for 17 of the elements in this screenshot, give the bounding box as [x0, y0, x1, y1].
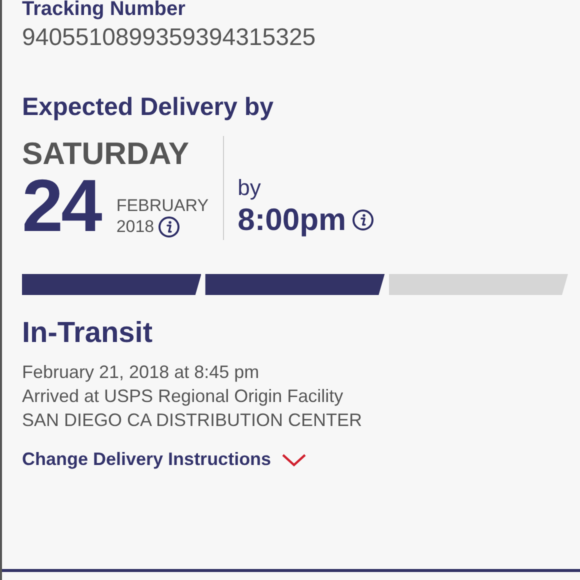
section-heading: Expected Delivery by — [22, 92, 275, 122]
tracking-label: Tracking Number — [22, 0, 186, 20]
tracking-number: 9405510899359394315325 — [22, 24, 317, 52]
weekday: SATURDAY — [22, 136, 190, 172]
status-line: Arrived at USPS Regional Origin Facility — [22, 385, 344, 408]
chevron-icon — [281, 452, 308, 468]
delivery-time: 8:00pm — [238, 202, 346, 238]
change-delivery-link[interactable]: Change Delivery Instructions — [22, 446, 308, 473]
status-line: February 21, 2018 at 8:45 pm — [22, 361, 260, 384]
info-icon[interactable] — [352, 209, 374, 231]
by-label: by — [238, 174, 262, 202]
year: 2018 — [116, 216, 154, 238]
day-number: 24 — [22, 172, 100, 240]
status-title: In-Transit — [22, 316, 154, 350]
month: FEBRUARY — [116, 196, 209, 216]
info-icon[interactable] — [158, 216, 180, 238]
status-line: SAN DIEGO CA DISTRIBUTION CENTER — [22, 409, 364, 432]
